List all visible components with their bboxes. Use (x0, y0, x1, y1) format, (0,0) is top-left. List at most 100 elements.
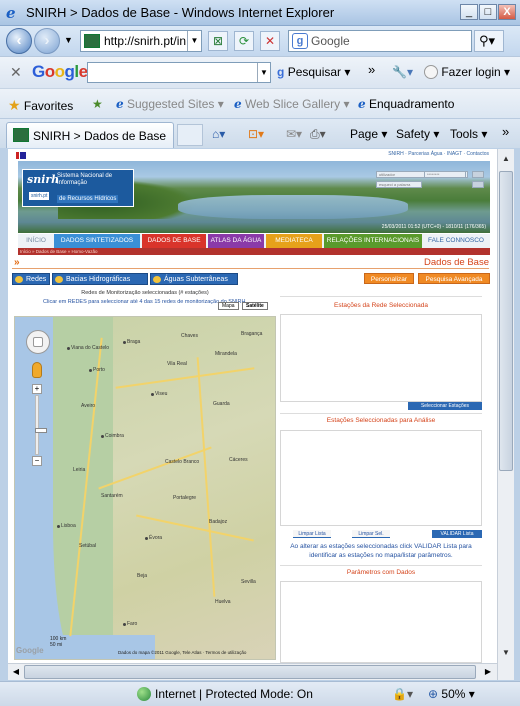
history-dropdown-icon[interactable]: ▼ (64, 35, 73, 45)
zoom-slider-knob[interactable] (35, 428, 47, 433)
limpar-sel-button[interactable]: Limpar Sel. (352, 530, 390, 538)
safety-menu[interactable]: Safety ▾ (396, 127, 439, 141)
city-marker (145, 537, 148, 540)
ie-page-icon: e (234, 97, 242, 111)
back-button[interactable]: ‹ (6, 28, 32, 54)
forgot-password-link[interactable]: esqueci a palavra (376, 181, 422, 188)
map-google-logo[interactable]: Google (16, 646, 44, 655)
city-marker (57, 525, 60, 528)
title-bar: e SNIRH > Dados de Base - Windows Intern… (0, 0, 520, 26)
compatibility-view-icon[interactable]: ⊠ (208, 31, 228, 51)
minimize-button[interactable]: _ (460, 4, 478, 20)
menu-atlas-da-agua[interactable]: ATLAS DA ÁGUA (208, 234, 264, 248)
limpar-lista-button[interactable]: Limpar Lista (293, 530, 331, 538)
menu-mediateca[interactable]: MEDIATECA (266, 234, 322, 248)
protected-mode-lock-icon[interactable]: 🔒▾ (392, 687, 413, 701)
breadcrumb[interactable]: Início » Dados de Base » Homo-Vazão (20, 248, 97, 255)
horizontal-scroll-thumb[interactable] (24, 665, 476, 679)
favorites-item-enquadramento[interactable]: e Enquadramento (358, 97, 454, 111)
login-button-2[interactable] (472, 181, 484, 188)
site-favicon-icon (13, 128, 29, 142)
address-bar[interactable]: http://snirh.pt/in ▼ (80, 30, 202, 52)
personalizar-button[interactable]: Personalizar (364, 273, 414, 284)
zoom-in-button[interactable]: + (32, 384, 42, 394)
bacias-button[interactable]: Bacias Hidrográficas (52, 273, 148, 285)
internet-zone-icon (137, 687, 151, 701)
zoom-out-button[interactable]: − (32, 456, 42, 466)
aguas-subterraneas-button[interactable]: Águas Subterrâneas (150, 273, 238, 285)
horizontal-scrollbar[interactable]: ◀ ▶ (8, 663, 497, 680)
top-links[interactable]: SNIRH · Parcerias Água · INAGT · Contact… (388, 151, 489, 157)
menu-dados-sintetizados[interactable]: DADOS SINTETIZADOS (54, 234, 140, 248)
map-pan-control[interactable] (26, 330, 50, 354)
new-tab-button[interactable] (177, 124, 203, 146)
map-type-map-button[interactable]: Mapa (218, 302, 239, 310)
toolbar-more-button[interactable]: » (368, 62, 375, 77)
favorites-item-web-slice[interactable]: e Web Slice Gallery ▾ (234, 97, 350, 111)
scroll-right-icon[interactable]: ▶ (481, 664, 495, 680)
map-type-satellite-button[interactable]: Satélite (242, 302, 268, 310)
favorites-item-suggested[interactable]: e Suggested Sites ▾ (116, 97, 224, 111)
snirh-logo[interactable]: snirh snirh.pt Sistema Nacional de Infor… (22, 169, 134, 207)
tab-snirh[interactable]: SNIRH > Dados de Base (6, 122, 174, 148)
scroll-up-icon[interactable]: ▲ (499, 151, 513, 167)
panel-param-list[interactable] (280, 581, 482, 663)
scroll-down-icon[interactable]: ▼ (499, 645, 513, 661)
zoom-slider-track[interactable] (35, 395, 47, 455)
menu-fale-connosco[interactable]: FALE CONNOSCO (422, 234, 490, 248)
map-legal-notice[interactable]: Dados do mapa ©2011 Google, Tele Atlas ·… (118, 650, 246, 655)
vertical-scrollbar[interactable]: ▲ ▼ (497, 149, 514, 680)
page-menu[interactable]: Page ▾ (350, 127, 387, 141)
feeds-icon[interactable]: ⊡▾ (248, 127, 264, 141)
add-favorite-icon[interactable]: ★ (92, 97, 103, 111)
fazer-login-button[interactable]: Fazer login ▾ (424, 65, 510, 79)
stop-icon[interactable]: ✕ (260, 31, 280, 51)
close-toolbar-icon[interactable]: ✕ (10, 64, 22, 81)
tab-title: SNIRH > Dados de Base (33, 129, 167, 143)
scroll-left-icon[interactable]: ◀ (9, 664, 23, 680)
wrench-icon[interactable]: 🔧▾ (392, 65, 413, 79)
google-search-input[interactable]: ▼ (87, 62, 271, 83)
english-flag-icon[interactable] (16, 152, 26, 159)
favorites-button[interactable]: ★ Favorites (8, 97, 73, 114)
command-more-button[interactable]: » (502, 124, 509, 139)
street-view-pegman-icon[interactable] (32, 362, 42, 378)
google-search-dropdown-icon[interactable]: ▼ (257, 63, 270, 82)
address-dropdown-icon[interactable]: ▼ (187, 31, 201, 51)
refresh-icon[interactable]: ⟳ (234, 31, 254, 51)
search-box[interactable]: g Google (288, 30, 472, 52)
section-title: Dados de Base (424, 257, 489, 268)
menu-inicio[interactable]: INÍCIO (18, 234, 54, 248)
tools-menu[interactable]: Tools ▾ (450, 127, 487, 141)
maximize-button[interactable]: □ (479, 4, 497, 20)
login-password-field[interactable]: ******** (424, 171, 466, 178)
pesquisa-avancada-button[interactable]: Pesquisa Avançada (418, 273, 490, 284)
login-button[interactable] (472, 171, 484, 178)
menu-relacoes-internacionais[interactable]: RELAÇÕES INTERNACIONAIS (324, 234, 422, 248)
search-button[interactable]: ⚲▾ (474, 30, 504, 52)
vertical-scroll-thumb[interactable] (499, 171, 513, 471)
seleccionar-estacoes-button[interactable]: Seleccionar Estações (408, 402, 482, 410)
security-zone[interactable]: Internet | Protected Mode: On (137, 687, 313, 701)
mail-icon[interactable]: ✉▾ (286, 127, 302, 141)
city-label: Porto (93, 367, 105, 373)
redes-button[interactable]: Redes (12, 273, 50, 285)
address-url[interactable]: http://snirh.pt/in (104, 34, 186, 48)
map-portugal[interactable]: Viana do Castelo Braga Chaves Bragança V… (14, 316, 276, 660)
close-button[interactable]: X (498, 4, 516, 20)
forward-button[interactable]: › (34, 28, 60, 54)
search-placeholder[interactable]: Google (311, 34, 350, 48)
panel-rede-list[interactable] (280, 314, 482, 402)
site-favicon-icon (84, 34, 100, 48)
menu-dados-de-base[interactable]: DADOS DE BASE (142, 234, 206, 248)
panel-analise-list[interactable] (280, 430, 482, 526)
panel-analise-title: Estações Seleccionadas para Análise (326, 417, 436, 424)
pesquisar-button[interactable]: g Pesquisar ▾ (277, 65, 350, 79)
home-icon[interactable]: ⌂▾ (212, 127, 225, 141)
city-label: Lisboa (61, 523, 76, 529)
login-icon (424, 65, 438, 79)
print-icon[interactable]: ⎙▾ (310, 127, 326, 142)
validar-lista-button[interactable]: VALIDAR Lista (432, 530, 482, 538)
logo-subtitle: de Recursos Hídricos (57, 195, 119, 203)
zoom-level[interactable]: ⊕ 50% ▾ (428, 687, 475, 701)
